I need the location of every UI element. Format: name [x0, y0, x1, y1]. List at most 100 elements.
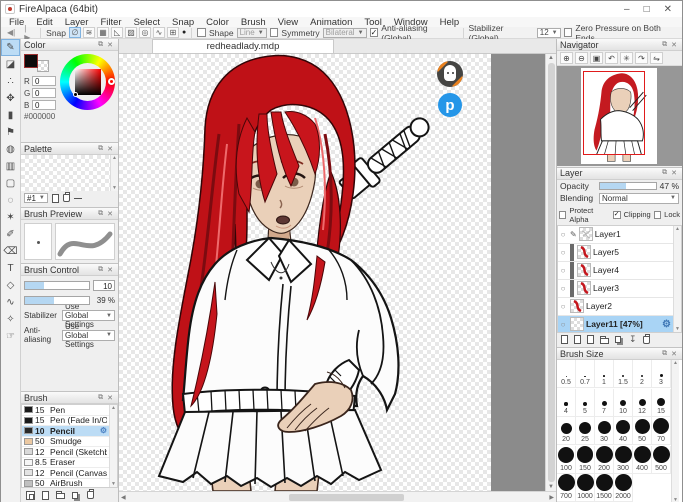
brush-size-option[interactable]: 1000	[576, 474, 595, 502]
brush-size-option[interactable]: 700	[557, 474, 576, 502]
brush-list-item[interactable]: 15 Pen	[22, 405, 109, 416]
brush-size-option[interactable]: 200	[595, 445, 614, 474]
brush-size-option[interactable]: 30	[595, 417, 614, 446]
snap-off-button[interactable]: ∅	[69, 27, 82, 38]
snap-dot-icon[interactable]: ●	[182, 29, 186, 36]
text-tool[interactable]: T	[1, 260, 20, 277]
brush-tool[interactable]: ✎	[1, 39, 20, 56]
firealpaca-mascot-icon[interactable]	[437, 61, 463, 87]
clipping-checkbox[interactable]: ✓	[612, 210, 621, 219]
close-button[interactable]: ✕	[664, 4, 672, 15]
brush-size-option[interactable]: 500	[652, 445, 671, 474]
zoom-fit-button[interactable]: ▣	[590, 52, 603, 64]
palette-page-select[interactable]: #1 ▼	[24, 193, 48, 203]
canvas-viewport[interactable]: p ▲ ▼	[119, 54, 556, 492]
menu-item-color[interactable]: Color	[200, 17, 235, 28]
brush-size-slider[interactable]	[24, 281, 90, 290]
snap-curve-button[interactable]: ∿	[153, 27, 166, 38]
protect-alpha-checkbox[interactable]	[559, 210, 567, 219]
brush-size-option[interactable]: 300	[614, 445, 633, 474]
flip-button[interactable]: ⇋	[650, 52, 663, 64]
shape-tool[interactable]: ◇	[1, 277, 20, 294]
gradient-tool[interactable]: ▥	[1, 158, 20, 175]
brush-size-option[interactable]: 12	[633, 388, 652, 417]
layer-opacity-slider[interactable]	[599, 181, 657, 190]
minimize-button[interactable]: –	[624, 4, 630, 15]
layer-visibility-toggle[interactable]: ○	[558, 266, 568, 275]
brush-size-option[interactable]: 70	[652, 417, 671, 446]
brush-size-option[interactable]: 4	[557, 388, 576, 417]
hue-selector[interactable]	[108, 78, 115, 85]
brush-list-item[interactable]: 10 Pencil ⚙	[22, 426, 109, 437]
remove-color-button[interactable]	[73, 197, 82, 199]
paint-bucket-tool[interactable]: ◍	[1, 141, 20, 158]
brush-size-option[interactable]: 2000	[614, 474, 633, 502]
brush-size-option[interactable]: 25	[576, 417, 595, 446]
brush-size-option[interactable]: 100	[557, 445, 576, 474]
shape-select[interactable]: Line ▼	[236, 27, 267, 38]
add-1bit-layer-button[interactable]	[587, 335, 594, 345]
add-palette-button[interactable]	[51, 193, 59, 203]
brush-size-option[interactable]: 15	[652, 388, 671, 417]
brush-folder-button[interactable]	[56, 491, 65, 499]
layer-visibility-toggle[interactable]: ○	[558, 230, 568, 239]
brush-size-option[interactable]: 150	[576, 445, 595, 474]
zero-pressure-checkbox[interactable]	[563, 28, 573, 37]
hand-tool[interactable]: ☞	[1, 328, 20, 345]
color-wheel[interactable]	[60, 54, 115, 110]
layer-row[interactable]: ○ ✎ Layer1	[558, 226, 673, 244]
layer-row[interactable]: ○ Layer4	[558, 261, 673, 280]
float-panel-icon[interactable]: ⧉	[660, 169, 669, 177]
float-panel-icon[interactable]: ⧉	[96, 210, 105, 218]
layer-row[interactable]: ○ Layer11 [47%] ⚙	[558, 315, 673, 332]
duplicate-brush-button[interactable]	[72, 491, 78, 499]
delete-palette-button[interactable]	[62, 192, 70, 202]
rotate-reset-button[interactable]: ✳	[620, 52, 633, 64]
layer-visibility-toggle[interactable]: ○	[558, 320, 568, 329]
layer-row[interactable]: ○ Layer5	[558, 243, 673, 262]
close-panel-icon[interactable]: ✕	[105, 41, 115, 49]
brush-size-option[interactable]: 1500	[595, 474, 614, 502]
float-panel-icon[interactable]: ⧉	[660, 350, 669, 358]
lock-checkbox[interactable]	[653, 210, 662, 219]
brush-size-option[interactable]: 0.5	[557, 360, 576, 388]
horizontal-scrollbar[interactable]: ◀ ▶	[119, 491, 556, 502]
snap-parallel-button[interactable]: ≋	[83, 27, 96, 38]
blending-select[interactable]: Normal ▼	[599, 192, 679, 204]
brush-size-option[interactable]: 2	[633, 360, 652, 388]
layer-visibility-toggle[interactable]: ○	[558, 302, 568, 311]
brush-opacity-slider[interactable]	[24, 296, 90, 305]
menu-item-animation[interactable]: Animation	[304, 17, 358, 28]
bucket-tool[interactable]: ⚑	[1, 124, 20, 141]
close-panel-icon[interactable]: ✕	[669, 350, 679, 358]
snap-radial-button[interactable]: ▨	[125, 27, 138, 38]
close-panel-icon[interactable]: ✕	[105, 210, 115, 218]
add-brush-button[interactable]	[42, 490, 49, 500]
delete-brush-button[interactable]	[87, 489, 94, 499]
float-panel-icon[interactable]: ⧉	[96, 394, 105, 402]
symmetry-checkbox[interactable]	[269, 28, 279, 37]
menu-item-filter[interactable]: Filter	[94, 17, 127, 28]
document-tab[interactable]: redheadlady.mdp	[152, 39, 334, 53]
snap-grid-button[interactable]: ⊞	[167, 27, 180, 38]
close-panel-icon[interactable]: ✕	[105, 145, 115, 153]
add-layer-folder-button[interactable]	[600, 335, 609, 344]
magic-wand-tool[interactable]: ✶	[1, 209, 20, 226]
vertical-scrollbar[interactable]: ▲ ▼	[545, 54, 556, 491]
navigator-viewport-rect[interactable]	[583, 71, 645, 155]
brush-stabilizer-select[interactable]: Use Global Settings ▼	[62, 302, 115, 329]
rotate-left-button[interactable]: ↶	[605, 52, 618, 64]
brush-size-option[interactable]: 20	[557, 417, 576, 446]
brush-size-option[interactable]: 0.7	[576, 360, 595, 388]
layer-settings-gear-icon[interactable]: ⚙	[662, 319, 671, 330]
background-color-swatch[interactable]	[37, 60, 49, 72]
eyedropper-tool[interactable]: ✧	[1, 311, 20, 328]
brush-size-option[interactable]: 3	[652, 360, 671, 388]
brush-list-item[interactable]: 12 Pencil (Canvas)	[22, 468, 109, 479]
move-tool[interactable]: ✥	[1, 90, 20, 107]
close-panel-icon[interactable]: ✕	[669, 41, 679, 49]
rotate-right-button[interactable]: ↷	[635, 52, 648, 64]
zoom-out-button[interactable]: ⊖	[575, 52, 588, 64]
brush-size-value[interactable]: 10	[93, 280, 115, 291]
delete-layer-button[interactable]	[642, 333, 650, 344]
